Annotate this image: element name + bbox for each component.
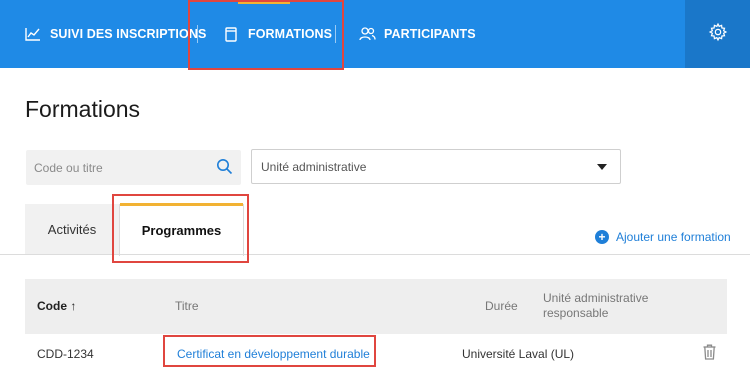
nav-item-formations[interactable]: FORMATIONS (222, 0, 332, 68)
cell-unite: Université Laval (UL) (462, 347, 575, 361)
column-header-code[interactable]: Code ↑ (37, 299, 76, 313)
table-row: CDD-1234 Certificat en développement dur… (25, 334, 727, 370)
column-header-unite-line2: responsable (543, 306, 609, 320)
settings-button[interactable] (685, 0, 750, 68)
tab-label: Activités (47, 222, 97, 237)
nav-item-suivi-des-inscriptions[interactable]: SUIVI DES INSCRIPTIONS (24, 0, 206, 68)
plus-circle-icon: + (595, 230, 609, 244)
chart-line-icon (24, 25, 42, 43)
formation-title-link[interactable]: Certificat en développement durable (177, 347, 370, 361)
tab-activites[interactable]: Activités (25, 204, 119, 255)
book-icon (222, 25, 240, 43)
search-icon[interactable] (216, 158, 233, 180)
column-header-unite-line1: Unité administrative (543, 291, 649, 305)
cell-code: CDD-1234 (37, 347, 94, 361)
users-icon (358, 25, 376, 43)
nav-separator (197, 25, 198, 43)
unit-select[interactable]: Unité administrative (251, 149, 621, 184)
active-tab-indicator (120, 203, 243, 206)
column-header-titre[interactable]: Titre (175, 299, 199, 313)
page-title: Formations (25, 96, 141, 122)
top-navigation-bar: SUIVI DES INSCRIPTIONS FORMATIONS PARTIC… (0, 0, 750, 68)
nav-item-label: PARTICIPANTS (384, 27, 476, 41)
add-formation-link[interactable]: + Ajouter une formation (595, 230, 731, 244)
column-header-unite[interactable]: Unité administrative responsable (543, 291, 673, 321)
gear-icon (708, 22, 728, 47)
column-header-duree[interactable]: Durée (485, 299, 518, 313)
trash-icon[interactable] (703, 344, 716, 365)
table-header: Code ↑ Titre Durée Unité administrative … (25, 279, 727, 334)
tabs-divider (0, 254, 750, 255)
nav-item-label: SUIVI DES INSCRIPTIONS (50, 27, 207, 41)
caret-down-icon (597, 164, 607, 170)
search-box (26, 150, 241, 185)
unit-select-value: Unité administrative (261, 159, 367, 174)
add-formation-label: Ajouter une formation (616, 230, 731, 244)
nav-item-label: FORMATIONS (248, 27, 333, 41)
nav-separator (335, 25, 336, 43)
tab-label: Programmes (141, 222, 222, 238)
tab-programmes[interactable]: Programmes (119, 204, 244, 256)
nav-item-participants[interactable]: PARTICIPANTS (358, 0, 476, 68)
search-input[interactable] (26, 150, 241, 185)
